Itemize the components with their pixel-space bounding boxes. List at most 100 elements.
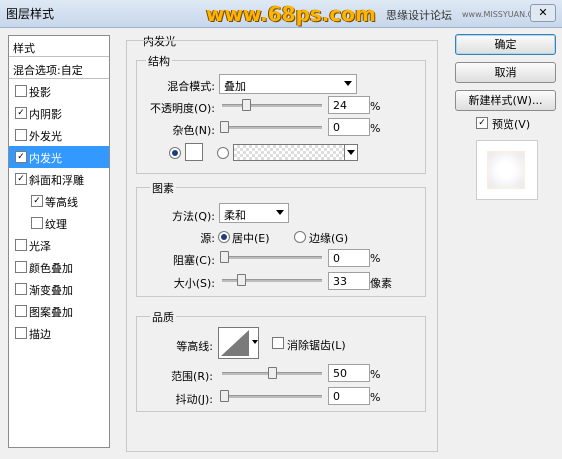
preview-swatch [487, 151, 525, 189]
opacity-slider-thumb[interactable] [242, 99, 251, 111]
range-slider-thumb[interactable] [268, 367, 277, 379]
style-item-checkbox[interactable] [15, 85, 27, 97]
close-button[interactable]: ✕ [530, 4, 556, 22]
style-item[interactable]: 光泽 [9, 234, 109, 256]
chevron-down-icon [276, 210, 284, 215]
preview-label[interactable]: 预览(V) [492, 116, 530, 132]
noise-slider-track[interactable] [222, 126, 322, 129]
source-edge-radio[interactable] [294, 231, 306, 243]
source-center-radio[interactable] [218, 231, 230, 243]
range-label: 范围(R): [171, 370, 213, 383]
size-unit: 像素 [370, 277, 392, 290]
style-item[interactable]: ✓ 等高线 [9, 190, 109, 212]
preview-checkbox[interactable]: ✓ [476, 117, 488, 129]
choke-input[interactable]: 0 [328, 249, 370, 267]
choke-slider-thumb[interactable] [220, 251, 229, 263]
new-style-button[interactable]: 新建样式(W)... [455, 90, 556, 111]
noise-unit: % [370, 122, 381, 135]
source-center-label[interactable]: 居中(E) [232, 230, 270, 246]
style-item[interactable]: ✓ 斜面和浮雕 [9, 168, 109, 190]
style-item-label: 斜面和浮雕 [29, 174, 84, 187]
contour-picker[interactable] [218, 327, 252, 359]
style-list: 样式 混合选项:自定 投影 ✓ 内阴影 外发光 ✓ 内发光 ✓ 斜面和浮雕 ✓ 等高线 纹理 光泽 颜色… [8, 35, 110, 448]
chevron-down-icon [344, 81, 352, 86]
choke-label: 阻塞(C): [173, 254, 215, 267]
jitter-slider-track[interactable] [222, 395, 322, 398]
style-item[interactable]: 渐变叠加 [9, 278, 109, 300]
style-item-checkbox[interactable] [15, 129, 27, 141]
watermark-text: www.68ps.com [206, 2, 376, 26]
style-item[interactable]: 纹理 [9, 212, 109, 234]
styles-header[interactable]: 样式 [9, 36, 109, 57]
style-item[interactable]: 外发光 [9, 124, 109, 146]
structure-title: 结构 [146, 53, 172, 69]
style-preview-thumbnail [476, 140, 538, 200]
style-item-label: 颜色叠加 [29, 262, 73, 275]
style-item-label: 描边 [29, 328, 51, 341]
source-label: 源: [200, 232, 215, 245]
size-label: 大小(S): [173, 277, 215, 290]
style-item-label: 等高线 [45, 196, 78, 209]
source-edge-label[interactable]: 边缘(G) [309, 230, 348, 246]
style-item[interactable]: 图案叠加 [9, 300, 109, 322]
antialias-checkbox[interactable] [272, 337, 284, 349]
style-item-checkbox[interactable] [15, 261, 27, 273]
style-item-checkbox[interactable]: ✓ [15, 151, 27, 163]
style-item-label: 内阴影 [29, 108, 62, 121]
style-item[interactable]: ✓ 内发光 [9, 146, 109, 168]
site-watermark: 思缘设计论坛 [386, 9, 452, 22]
style-item[interactable]: ✓ 内阴影 [9, 102, 109, 124]
opacity-input[interactable]: 24 [328, 96, 370, 114]
noise-input[interactable]: 0 [328, 118, 370, 136]
jitter-slider-thumb[interactable] [220, 390, 229, 402]
title-bar: 图层样式 www.68ps.com 思缘设计论坛 www.MISSYUAN.CO… [0, 0, 562, 28]
contour-label: 等高线: [176, 340, 213, 353]
opacity-slider-track[interactable] [222, 104, 322, 107]
gradient-dropdown[interactable] [344, 144, 358, 161]
contour-preview-icon [221, 330, 249, 356]
noise-slider-thumb[interactable] [220, 121, 229, 133]
range-input[interactable]: 50 [328, 364, 370, 382]
blend-mode-label: 混合模式: [167, 80, 215, 93]
jitter-unit: % [370, 391, 381, 404]
size-input[interactable]: 33 [328, 272, 370, 290]
style-item-label: 外发光 [29, 130, 62, 143]
gradient-radio[interactable] [217, 147, 229, 159]
quality-title: 品质 [150, 309, 176, 325]
style-item-label: 投影 [29, 86, 51, 99]
style-item-checkbox[interactable] [31, 217, 43, 229]
method-select[interactable]: 柔和 [219, 203, 289, 223]
style-item[interactable]: 颜色叠加 [9, 256, 109, 278]
style-item-label: 渐变叠加 [29, 284, 73, 297]
window-title: 图层样式 [6, 7, 55, 21]
style-item-checkbox[interactable]: ✓ [15, 107, 27, 119]
cancel-button[interactable]: 取消 [455, 62, 556, 83]
style-item[interactable]: 投影 [9, 80, 109, 102]
style-item-label: 内发光 [29, 152, 62, 165]
choke-slider-track[interactable] [222, 256, 322, 259]
antialias-label[interactable]: 消除锯齿(L) [287, 337, 346, 353]
jitter-input[interactable]: 0 [328, 387, 370, 405]
color-radio[interactable] [169, 147, 181, 159]
choke-unit: % [370, 252, 381, 265]
color-swatch[interactable] [185, 143, 203, 161]
style-item-checkbox[interactable] [15, 239, 27, 251]
style-item-checkbox[interactable] [15, 283, 27, 295]
size-slider-thumb[interactable] [237, 274, 246, 286]
jitter-label: 抖动(J): [175, 393, 213, 406]
blend-options-item[interactable]: 混合选项:自定 [9, 58, 109, 79]
contour-dropdown[interactable] [250, 327, 259, 359]
blend-mode-select[interactable]: 叠加 [219, 74, 357, 94]
style-item-checkbox[interactable]: ✓ [15, 173, 27, 185]
gradient-picker[interactable] [233, 144, 345, 161]
noise-label: 杂色(N): [172, 124, 215, 137]
chevron-down-icon [347, 150, 355, 155]
style-item-label: 光泽 [29, 240, 51, 253]
ok-button[interactable]: 确定 [455, 34, 556, 55]
style-item-checkbox[interactable] [15, 305, 27, 317]
style-item[interactable]: 描边 [9, 322, 109, 344]
style-item-checkbox[interactable]: ✓ [31, 195, 43, 207]
opacity-label: 不透明度(O): [150, 102, 215, 115]
elements-title: 图素 [150, 180, 176, 196]
style-item-checkbox[interactable] [15, 327, 27, 339]
